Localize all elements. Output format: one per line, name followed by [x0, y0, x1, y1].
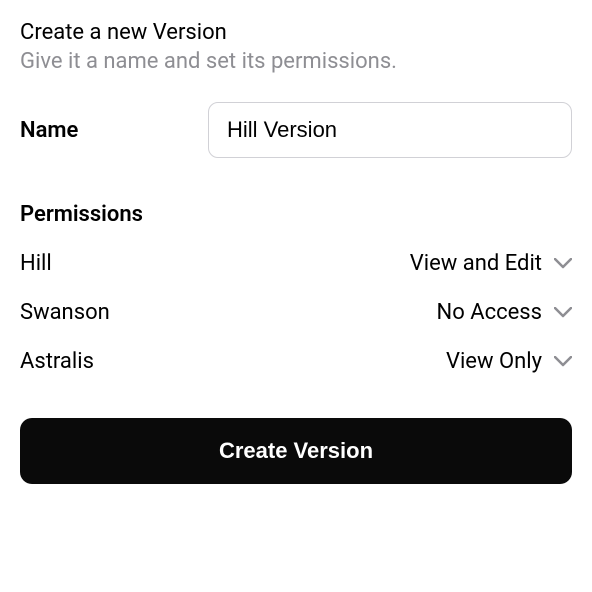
- permission-name: Hill: [20, 251, 52, 276]
- permission-value: No Access: [437, 300, 542, 325]
- chevron-down-icon: [554, 356, 572, 367]
- permission-value: View and Edit: [410, 251, 542, 276]
- permission-row-hill: Hill View and Edit: [20, 251, 572, 276]
- chevron-down-icon: [554, 307, 572, 318]
- permissions-header: Permissions: [20, 202, 572, 227]
- dialog-subtitle: Give it a name and set its permissions.: [20, 49, 572, 74]
- permission-name: Astralis: [20, 349, 94, 374]
- permission-value: View Only: [446, 349, 542, 374]
- chevron-down-icon: [554, 258, 572, 269]
- permission-row-swanson: Swanson No Access: [20, 300, 572, 325]
- name-row: Name: [20, 102, 572, 158]
- permission-select-astralis[interactable]: View Only: [446, 349, 572, 374]
- permission-select-hill[interactable]: View and Edit: [410, 251, 572, 276]
- permission-select-swanson[interactable]: No Access: [437, 300, 572, 325]
- permission-row-astralis: Astralis View Only: [20, 349, 572, 374]
- name-input[interactable]: [208, 102, 572, 158]
- dialog-title: Create a new Version: [20, 20, 572, 45]
- name-label: Name: [20, 118, 208, 143]
- permission-name: Swanson: [20, 300, 110, 325]
- create-version-button[interactable]: Create Version: [20, 418, 572, 484]
